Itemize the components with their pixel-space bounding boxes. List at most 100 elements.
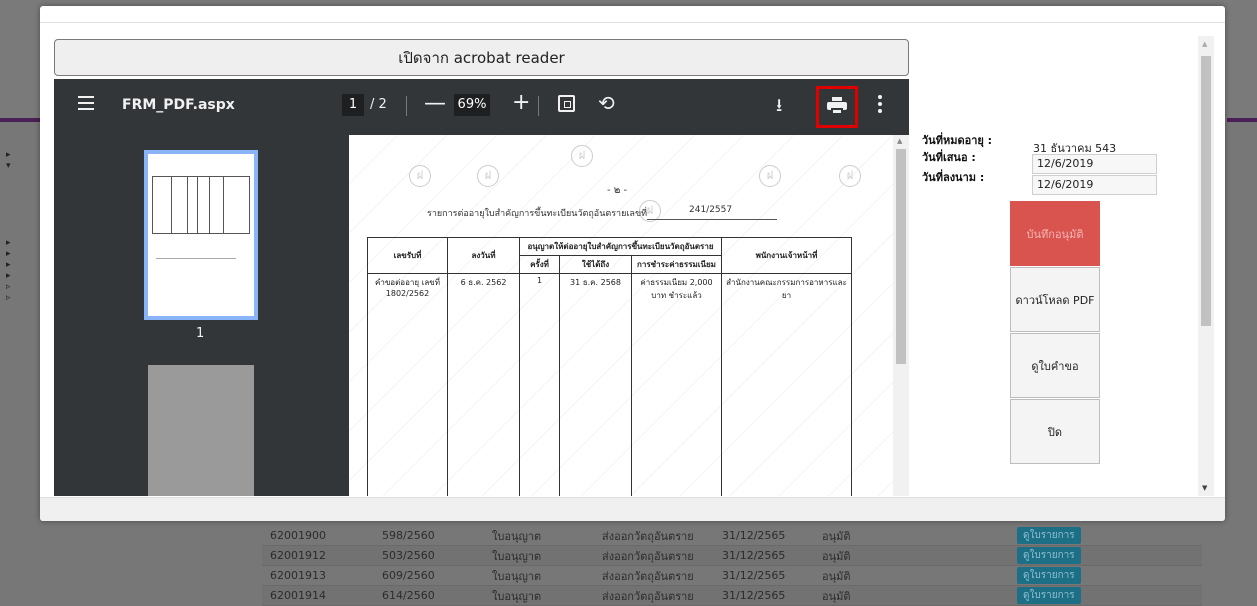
sign-label: วันที่ลงนาม : (922, 171, 985, 184)
view-list-button[interactable]: ดูใบรายการ (1017, 527, 1081, 544)
print-icon[interactable] (827, 97, 847, 115)
cell-ref: 598/2560 (382, 529, 435, 542)
expiry-label: วันที่หมดอายุ : (922, 134, 993, 147)
sign-row: วันที่ลงนาม : (922, 168, 984, 186)
view-list-button[interactable]: ดูใบรายการ (1017, 547, 1081, 564)
cell-id: 62001912 (270, 549, 326, 562)
scrollbar-thumb[interactable] (896, 149, 906, 364)
menu-icon[interactable] (78, 96, 94, 110)
zoom-in-icon[interactable]: + (512, 90, 530, 115)
header-date: ลงวันที่ (447, 237, 520, 274)
download-pdf-button[interactable]: ดาวน์โหลด PDF (1010, 267, 1100, 332)
background-table: 62001900 598/2560 ใบอนุญาต ส่งออกวัตถุอั… (262, 526, 1202, 606)
view-list-button[interactable]: ดูใบรายการ (1017, 587, 1081, 604)
cell-ref: 609/2560 (382, 569, 435, 582)
expiry-row: วันที่หมดอายุ : (922, 131, 992, 149)
cell-count: 1 (519, 273, 560, 496)
cell-status: อนุมัติ (822, 569, 851, 583)
cell-type: ใบอนุญาต (492, 589, 542, 603)
modal-content-frame: เปิดจาก acrobat reader FRM_PDF.aspx 1 / … (52, 36, 1212, 496)
cell-receipt-no: คำขอต่ออายุ เลขที่ 1802/2562 (367, 273, 448, 496)
document-heading: รายการต่ออายุใบสำคัญการขึ้นทะเบียนวัตถุอ… (427, 209, 648, 219)
cell-desc: ส่งออกวัตถุอันตราย (602, 529, 694, 543)
document-page: ฝ ฝ ฝ ฝ ฝ ฝ - ๒ - รายการต่ออายุใบสำคัญกา… (349, 135, 893, 496)
cell-status: อนุมัติ (822, 549, 851, 563)
open-in-acrobat-button[interactable]: เปิดจาก acrobat reader (54, 39, 909, 76)
header-receipt-no: เลขรับที่ (367, 237, 448, 274)
background-accent-bar-right (1227, 118, 1257, 122)
submit-label: วันที่เสนอ : (922, 151, 976, 164)
submit-row: วันที่เสนอ : (922, 148, 976, 166)
pdf-file-name: FRM_PDF.aspx (122, 97, 235, 113)
background-tree-toggles: ▸ ▾ ▸ ▸ ▸ ▸ ▹ ▹ (6, 150, 11, 303)
cell-date: 31/12/2565 (722, 529, 786, 542)
document-page-marker: - ๒ - (607, 185, 628, 196)
thumbnail-text-line (156, 258, 236, 259)
approve-button[interactable]: บันทึกอนุมัติ (1010, 201, 1100, 266)
cell-type: ใบอนุญาต (492, 569, 542, 583)
cell-date: 31/12/2565 (722, 549, 786, 562)
page-total: / 2 (370, 97, 387, 112)
scroll-down-icon[interactable]: ▼ (1202, 484, 1207, 492)
thumbnail-table-preview (152, 176, 250, 234)
cell-valid-until: 31 ธ.ค. 2568 (559, 273, 632, 496)
watermark-logo: ฝ (409, 165, 431, 187)
zoom-out-icon[interactable]: — (424, 91, 446, 116)
page-thumbnail-1[interactable] (144, 150, 258, 320)
page-number-input[interactable]: 1 (342, 94, 364, 116)
cell-id: 62001900 (270, 529, 326, 542)
cell-date: 6 ธ.ค. 2562 (447, 273, 520, 496)
cell-desc: ส่งออกวัตถุอันตราย (602, 589, 694, 603)
watermark-logo: ฝ (759, 165, 781, 187)
scrollbar-thumb[interactable] (1201, 56, 1211, 326)
pdf-viewer: FRM_PDF.aspx 1 / 2 — 69% + ⟲ ⭳ 1 ฝ ฝ ฝ ฝ… (54, 79, 909, 496)
renewal-table: เลขรับที่ ลงวันที่ อนุญาตให้ต่ออายุใบสำค… (367, 237, 852, 496)
scroll-up-icon[interactable]: ▲ (897, 137, 902, 145)
sign-date-field[interactable]: 12/6/2019 (1032, 175, 1157, 195)
thumbnail-page-label: 1 (196, 326, 205, 341)
watermark-logo: ฝ (571, 145, 593, 167)
view-list-button[interactable]: ดูใบรายการ (1017, 567, 1081, 584)
fit-page-icon[interactable] (558, 95, 575, 112)
header-count: ครั้งที่ (519, 255, 560, 274)
zoom-input[interactable]: 69% (454, 94, 490, 116)
cell-desc: ส่งออกวัตถุอันตราย (602, 569, 694, 583)
cell-id: 62001913 (270, 569, 326, 582)
cell-status: อนุมัติ (822, 589, 851, 603)
rotate-icon[interactable]: ⟲ (598, 91, 615, 115)
cell-desc: ส่งออกวัตถุอันตราย (602, 549, 694, 563)
watermark-logo: ฝ (839, 165, 861, 187)
background-accent-bar-left (0, 118, 40, 122)
cell-id: 62001914 (270, 589, 326, 602)
pdf-toolbar: FRM_PDF.aspx 1 / 2 — 69% + ⟲ ⭳ (54, 79, 909, 135)
table-row: 62001912 503/2560 ใบอนุญาต ส่งออกวัตถุอั… (262, 546, 1202, 566)
cell-ref: 503/2560 (382, 549, 435, 562)
cell-type: ใบอนุญาต (492, 529, 542, 543)
document-registration-number: 241/2557 (689, 205, 733, 215)
document-scrollbar[interactable]: ▲ (893, 135, 909, 496)
header-fee: การชำระค่าธรรมเนียม (631, 255, 722, 274)
table-row: 62001913 609/2560 ใบอนุญาต ส่งออกวัตถุอั… (262, 566, 1202, 586)
submit-date-field[interactable]: 12/6/2019 (1032, 154, 1157, 174)
cell-officer: สำนักงานคณะกรรมการอาหารและยา (721, 273, 852, 496)
scroll-up-icon[interactable]: ▲ (1202, 40, 1207, 48)
page-thumbnail-2[interactable] (148, 365, 254, 496)
cell-fee: ค่าธรรมเนียม 2,000 บาท ชำระแล้ว (631, 273, 722, 496)
header-valid-until: ใช้ได้ถึง (559, 255, 632, 274)
view-request-button[interactable]: ดูใบคำขอ (1010, 333, 1100, 398)
cell-date: 31/12/2565 (722, 589, 786, 602)
modal-scrollbar[interactable]: ▲ ▼ (1198, 36, 1214, 496)
document-underline (647, 219, 777, 220)
download-icon[interactable]: ⭳ (776, 93, 782, 123)
document-area: ฝ ฝ ฝ ฝ ฝ ฝ - ๒ - รายการต่ออายุใบสำคัญกา… (349, 135, 909, 496)
header-permission-group: อนุญาตให้ต่ออายุใบสำคัญการขึ้นทะเบียนวัต… (519, 237, 722, 256)
more-options-icon[interactable] (878, 95, 882, 116)
close-button[interactable]: ปิด (1010, 399, 1100, 464)
pdf-preview-modal: เปิดจาก acrobat reader FRM_PDF.aspx 1 / … (40, 6, 1225, 521)
toolbar-divider (538, 96, 539, 116)
table-row: 62001914 614/2560 ใบอนุญาต ส่งออกวัตถุอั… (262, 586, 1202, 606)
cell-type: ใบอนุญาต (492, 549, 542, 563)
cell-ref: 614/2560 (382, 589, 435, 602)
cell-date: 31/12/2565 (722, 569, 786, 582)
toolbar-divider (406, 96, 407, 116)
